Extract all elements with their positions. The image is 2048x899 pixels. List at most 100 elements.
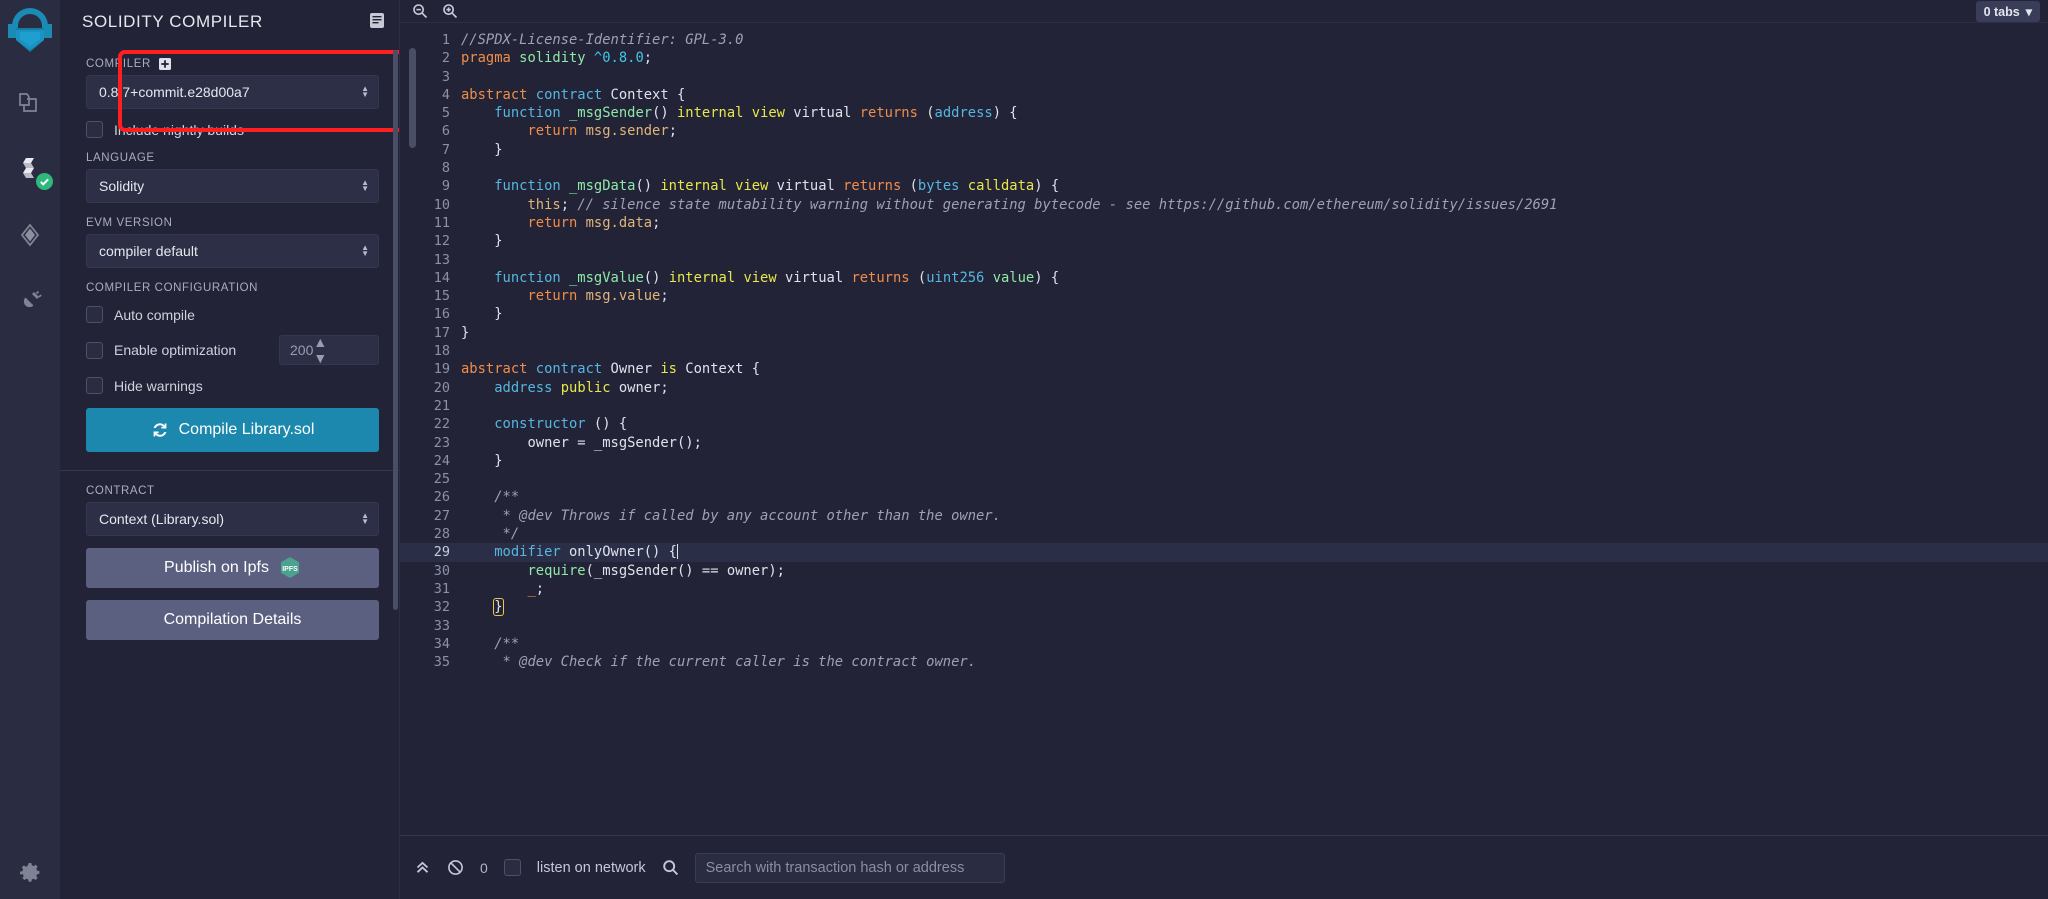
ban-icon[interactable]: [447, 859, 464, 876]
tabs-count-label: 0 tabs: [1983, 4, 2020, 19]
code-line: */: [461, 526, 520, 543]
evm-version-select[interactable]: compiler default ▲ ▼: [86, 234, 379, 268]
line-number: 19▼: [400, 360, 466, 378]
nightly-builds-row[interactable]: Include nightly builds: [86, 121, 379, 138]
icon-rail: [0, 0, 60, 899]
listen-on-network-label: listen on network: [536, 859, 646, 876]
plus-square-icon[interactable]: [158, 58, 171, 70]
remix-ide-window: SOLIDITY COMPILER COMPILER 0.8.7+commit.…: [0, 0, 2048, 899]
svg-text:IPFS: IPFS: [282, 566, 298, 573]
tabs-dropdown[interactable]: 0 tabs ▾: [1975, 1, 2040, 22]
chevron-updown-icon: ▲ ▼: [361, 511, 369, 526]
line-number: 15: [433, 288, 450, 305]
auto-compile-checkbox[interactable]: [86, 306, 103, 323]
enable-optimization-row[interactable]: Enable optimization 200 ▲ ▼: [86, 334, 379, 366]
compile-button[interactable]: Compile Library.sol: [86, 408, 379, 452]
nightly-builds-label: Include nightly builds: [114, 121, 244, 138]
line-number: 2: [441, 50, 450, 67]
line-number: 11: [433, 214, 450, 231]
compile-button-label: Compile Library.sol: [178, 421, 315, 438]
line-number: 17: [433, 324, 450, 341]
compiler-configuration-label: COMPILER CONFIGURATION: [86, 282, 259, 294]
code-line: abstract contract Context {: [461, 86, 686, 103]
solidity-compiler-icon[interactable]: [13, 152, 53, 190]
publish-on-ipfs-button[interactable]: Publish on Ipfs IPFS: [86, 548, 379, 588]
panel-scrollbar[interactable]: [393, 50, 398, 610]
line-number: 14▼: [400, 269, 466, 287]
settings-gear-icon[interactable]: [0, 861, 60, 885]
line-number: 13: [433, 251, 450, 268]
compilation-details-button[interactable]: Compilation Details: [86, 600, 379, 640]
hide-warnings-row[interactable]: Hide warnings: [86, 377, 379, 394]
code-line: return msg.data;: [527, 214, 661, 231]
contract-select[interactable]: Context (Library.sol) ▲ ▼: [86, 502, 379, 536]
nightly-builds-checkbox[interactable]: [86, 121, 103, 138]
compiler-label: COMPILER: [86, 58, 379, 70]
code-line: return msg.sender;: [527, 123, 677, 140]
code-line: }: [461, 141, 503, 158]
chevron-updown-icon: ▲ ▼: [361, 243, 369, 258]
enable-optimization-checkbox[interactable]: [86, 341, 103, 359]
language-select[interactable]: Solidity ▲ ▼: [86, 169, 379, 203]
line-number: 29▼: [400, 543, 466, 562]
code-line: return msg.value;: [527, 288, 669, 305]
code-line: pragma solidity ^0.8.0;: [461, 50, 653, 67]
line-number: 7: [441, 141, 450, 158]
line-number: 4▼: [400, 86, 466, 104]
line-number: 31: [433, 580, 450, 597]
code-line: //SPDX-License-Identifier: GPL-3.0: [461, 32, 744, 48]
zoom-in-icon[interactable]: [442, 3, 458, 19]
editor-viewport: 1234▼5▼6789▼1011121314▼1516171819▼202122…: [400, 22, 2048, 835]
optimization-runs-value: 200: [290, 342, 314, 358]
code-line: function _msgValue() internal view virtu…: [494, 269, 1060, 286]
line-number: 20: [433, 379, 450, 396]
hide-warnings-checkbox[interactable]: [86, 377, 103, 394]
compiler-version-select[interactable]: 0.8.7+commit.e28d00a7 ▲ ▼: [86, 75, 379, 109]
deploy-run-icon[interactable]: [13, 218, 47, 252]
evm-version-value: compiler default: [99, 243, 198, 259]
optimization-runs-input[interactable]: 200 ▲ ▼: [279, 334, 379, 366]
line-number: 12: [433, 233, 450, 250]
language-label: LANGUAGE: [86, 152, 155, 164]
page-title: SOLIDITY COMPILER: [82, 12, 263, 31]
transaction-search-input[interactable]: [694, 852, 1005, 883]
terminal-log-count: 0: [480, 859, 488, 876]
language-value: Solidity: [99, 178, 145, 194]
plugin-manager-icon[interactable]: [13, 284, 47, 318]
rail-icon-list: [0, 86, 60, 318]
listen-on-network-checkbox[interactable]: [503, 859, 521, 876]
code-line: }: [461, 233, 503, 250]
line-number: 8: [441, 160, 450, 177]
solidity-compiler-panel: SOLIDITY COMPILER COMPILER 0.8.7+commit.…: [60, 0, 400, 899]
caret-down-icon: ▾: [2025, 5, 2032, 19]
panel-divider: [60, 470, 399, 471]
line-number: 24: [433, 452, 450, 469]
file-explorer-icon[interactable]: [13, 86, 47, 120]
code-line: * @dev Throws if called by any account o…: [461, 507, 1001, 524]
search-icon[interactable]: [662, 859, 679, 876]
remix-logo-icon[interactable]: [4, 6, 56, 62]
line-number: 35: [433, 654, 450, 671]
text-cursor: [676, 544, 679, 560]
contract-label: CONTRACT: [86, 485, 155, 497]
auto-compile-row[interactable]: Auto compile: [86, 306, 379, 323]
code-line: modifier onlyOwner() {: [455, 543, 2048, 562]
chevrons-up-icon[interactable]: [414, 859, 431, 876]
code-line: }: [461, 324, 470, 341]
line-number: 6: [441, 123, 450, 140]
line-number: 30: [433, 562, 450, 579]
line-number: 27: [433, 507, 450, 524]
line-number: 23: [433, 434, 450, 451]
compile-success-badge: [36, 173, 53, 190]
ipfs-icon: IPFS: [279, 556, 301, 580]
line-number: 25: [433, 471, 450, 488]
code-content[interactable]: //SPDX-License-Identifier: GPL-3.0 pragma…: [455, 23, 2048, 835]
chevron-updown-icon: ▲ ▼: [361, 84, 369, 99]
line-number: 10: [433, 196, 450, 213]
editor-toolbar: 0 tabs ▾: [400, 0, 2048, 22]
zoom-out-icon[interactable]: [412, 3, 428, 19]
article-icon[interactable]: [369, 12, 385, 33]
